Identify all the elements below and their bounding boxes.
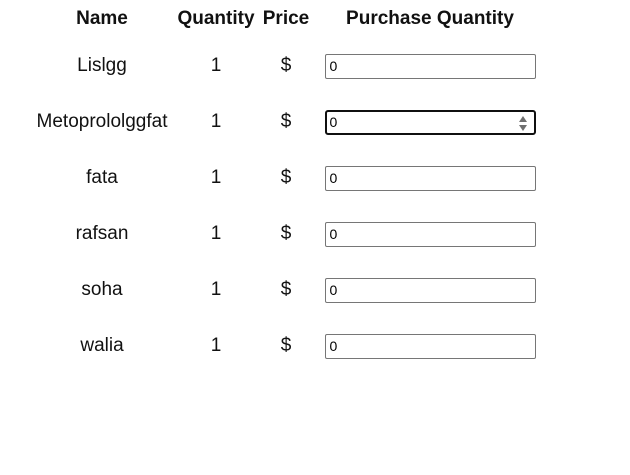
product-quantity: 1 — [210, 279, 222, 300]
product-name: Metoprololggfat — [36, 111, 168, 132]
purchase-cell — [312, 262, 548, 318]
table-row: fata 1 $ — [32, 150, 548, 206]
table-row: walia 1 $ — [32, 318, 548, 374]
spinner-up-arrow-icon — [518, 115, 527, 122]
purchase-cell — [312, 318, 548, 374]
purchase-quantity-field[interactable] — [324, 221, 536, 247]
product-name: Lislgg — [77, 55, 127, 76]
purchase-quantity-input[interactable] — [325, 166, 535, 190]
header-quantity: Quantity — [177, 8, 255, 29]
header-purchase-quantity: Purchase Quantity — [346, 8, 514, 29]
purchase-quantity-field[interactable] — [324, 165, 536, 191]
purchase-quantity-field[interactable] — [324, 53, 536, 79]
product-quantity: 1 — [210, 223, 222, 244]
product-quantity: 1 — [210, 335, 222, 356]
product-price: $ — [280, 223, 292, 244]
purchase-quantity-input[interactable] — [325, 278, 535, 302]
table-row: Metoprololggfat 1 $ — [32, 94, 548, 150]
purchase-quantity-input[interactable] — [325, 54, 535, 78]
product-quantity: 1 — [210, 111, 222, 132]
product-name: rafsan — [75, 223, 129, 244]
purchase-quantity-field[interactable] — [324, 277, 536, 303]
table-row: soha 1 $ — [32, 262, 548, 318]
header-name: Name — [76, 8, 128, 29]
product-price: $ — [280, 335, 292, 356]
header-row: Name Quantity Price Purchase Quantity — [32, 0, 548, 38]
number-spinner-icon[interactable] — [518, 115, 528, 132]
purchase-cell — [312, 150, 548, 206]
product-name: fata — [86, 167, 118, 188]
purchase-quantity-field-focused[interactable] — [324, 109, 536, 135]
product-quantity: 1 — [210, 55, 222, 76]
page: Name Quantity Price Purchase Quantity Li… — [0, 0, 630, 475]
purchase-quantity-input[interactable] — [326, 111, 534, 133]
header-price: Price — [262, 8, 310, 29]
product-price: $ — [280, 279, 292, 300]
purchase-cell — [312, 206, 548, 262]
product-price: $ — [280, 167, 292, 188]
table-row: rafsan 1 $ — [32, 206, 548, 262]
spinner-down-arrow-icon — [518, 124, 527, 131]
product-price: $ — [280, 111, 292, 132]
products-table: Name Quantity Price Purchase Quantity Li… — [32, 0, 548, 374]
purchase-quantity-input[interactable] — [325, 334, 535, 358]
product-quantity: 1 — [210, 167, 222, 188]
product-name: walia — [80, 335, 124, 356]
purchase-cell — [312, 94, 548, 150]
product-name: soha — [81, 279, 123, 300]
purchase-quantity-field[interactable] — [324, 333, 536, 359]
product-price: $ — [280, 55, 292, 76]
purchase-quantity-input[interactable] — [325, 222, 535, 246]
purchase-cell — [312, 38, 548, 94]
table-row: Lislgg 1 $ — [32, 38, 548, 94]
